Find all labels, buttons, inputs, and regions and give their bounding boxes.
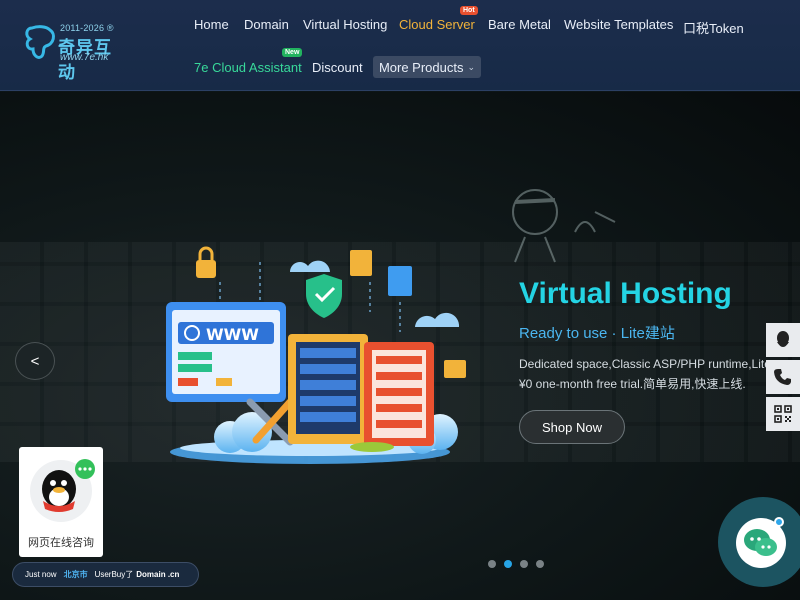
side-qq-button[interactable] (766, 323, 800, 357)
hero-description: Dedicated space,Classic ASP/PHP runtime,… (519, 354, 779, 394)
nav-token[interactable]: 口税Token (683, 18, 744, 37)
www-label: WWW (206, 325, 259, 344)
nav-discount[interactable]: Discount (312, 60, 363, 75)
qq-consult-label: 网页在线咨询 (28, 537, 94, 549)
hero-title: Virtual Hosting (519, 277, 732, 310)
qq-penguin-icon (30, 459, 95, 522)
hero-banner: WWW Virtual Hosting Ready to use · Lite建… (0, 92, 800, 600)
qq-icon (777, 331, 789, 347)
phone-icon (774, 369, 791, 385)
ticker-prefix: Just now (25, 570, 57, 579)
chat-widget-button[interactable] (718, 497, 800, 587)
qq-consult-card[interactable]: 网页在线咨询 (19, 447, 103, 557)
hero-desc-line1: Dedicated space,Classic ASP/PHP runtime,… (519, 357, 771, 371)
hero-subtitle: Ready to use · Lite建站 (519, 325, 675, 342)
slide-dots (488, 560, 544, 568)
logo-url: www.7e.hk (60, 52, 109, 63)
ticker-domain: Domain .cn (136, 570, 180, 579)
logo-years: 2011-2026 ® (60, 23, 114, 33)
qr-code-icon (774, 405, 792, 423)
logo-mark-icon (25, 25, 55, 59)
slide-dot-active[interactable] (504, 560, 512, 568)
side-phone-button[interactable] (766, 360, 800, 394)
chat-notification-dot (774, 517, 784, 527)
more-products-button[interactable]: More Products ⌄ (373, 56, 481, 78)
slide-dot[interactable] (488, 560, 496, 568)
sketch-doodle-icon (512, 189, 616, 263)
chevron-down-icon: ⌄ (467, 61, 476, 72)
site-header: 2011-2026 ® 奇异互动 www.7e.hk Home Domain V… (0, 0, 800, 91)
shop-now-button[interactable]: Shop Now (519, 410, 625, 444)
logo[interactable]: 2011-2026 ® 奇异互动 www.7e.hk (24, 22, 124, 82)
nav-bare-metal[interactable]: Bare Metal (488, 17, 551, 32)
nav-home[interactable]: Home (194, 17, 229, 32)
new-badge: New (282, 48, 303, 57)
nav-cloud-server[interactable]: Cloud Server (399, 17, 475, 32)
more-products-label: More Products (378, 59, 464, 75)
ticker-middle: UserBuy了 (94, 570, 134, 579)
side-qr-button[interactable] (766, 397, 800, 431)
nav-website-templates[interactable]: Website Templates (564, 17, 673, 32)
purchase-ticker: Just now 北京市 UserBuy了 Domain .cn (12, 562, 199, 587)
slide-dot[interactable] (520, 560, 528, 568)
hero-desc-line2: ¥0 one-month free trial.简单易用,快速上线. (519, 377, 746, 391)
ticker-city: 北京市 (63, 570, 88, 579)
nav-virtual-hosting[interactable]: Virtual Hosting (303, 17, 387, 32)
prev-slide-button[interactable]: < (15, 342, 55, 380)
hosting-illustration: WWW (166, 246, 466, 464)
nav-cloud-assistant[interactable]: 7e Cloud Assistant (194, 60, 302, 75)
hot-badge: Hot (460, 6, 478, 15)
slide-dot[interactable] (536, 560, 544, 568)
nav-domain[interactable]: Domain (244, 17, 289, 32)
